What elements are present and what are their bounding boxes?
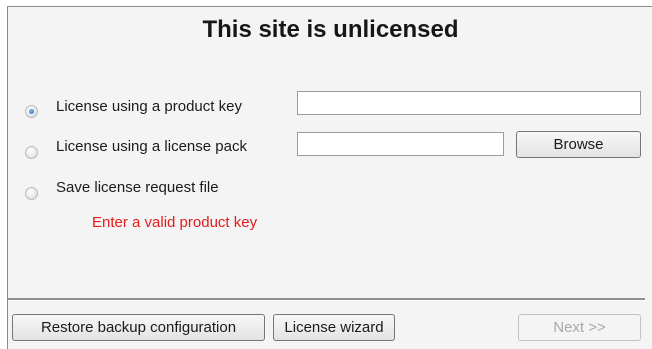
product-key-label[interactable]: License using a product key bbox=[56, 98, 242, 115]
validation-error: Enter a valid product key bbox=[92, 214, 258, 231]
license-dialog: This site is unlicensed License using a … bbox=[7, 6, 652, 349]
browse-button[interactable]: Browse bbox=[516, 131, 641, 158]
license-pack-input[interactable] bbox=[297, 132, 504, 156]
license-pack-radio[interactable] bbox=[25, 146, 38, 159]
dialog-title: This site is unlicensed bbox=[202, 16, 459, 43]
restore-backup-button[interactable]: Restore backup configuration bbox=[12, 314, 265, 341]
save-request-label[interactable]: Save license request file bbox=[56, 179, 219, 196]
license-pack-label[interactable]: License using a license pack bbox=[56, 138, 247, 155]
footer-separator bbox=[8, 298, 645, 301]
save-request-radio[interactable] bbox=[25, 187, 38, 200]
next-button[interactable]: Next >> bbox=[518, 314, 641, 341]
product-key-input[interactable] bbox=[297, 91, 641, 115]
license-wizard-button[interactable]: License wizard bbox=[273, 314, 395, 341]
product-key-radio[interactable] bbox=[25, 105, 38, 118]
